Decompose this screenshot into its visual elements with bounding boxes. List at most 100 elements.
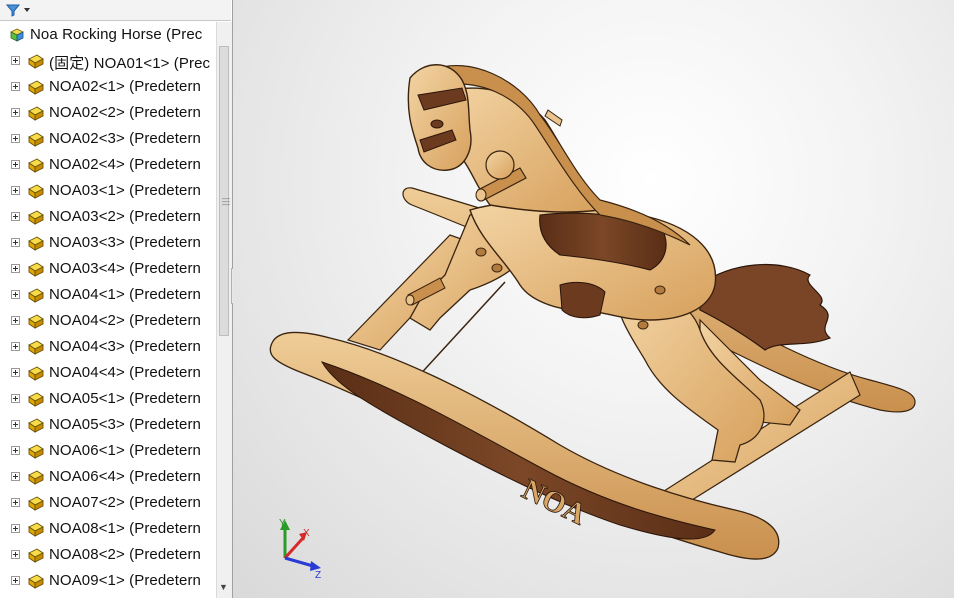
expand-icon[interactable] [11, 524, 20, 533]
funnel-icon [6, 4, 20, 17]
tree-item-label: NOA08<1> (Predetern [49, 520, 201, 537]
expand-icon[interactable] [11, 186, 20, 195]
part-icon [28, 418, 44, 433]
tree-item[interactable]: NOA02<3> (Predetern [0, 126, 216, 152]
orientation-triad: Y X Z [279, 518, 321, 580]
tree-scrollbar[interactable]: — — — ▼ [216, 22, 232, 598]
expand-icon[interactable] [11, 316, 20, 325]
triad-x-label: X [303, 528, 310, 539]
tree-item-label: NOA02<1> (Predetern [49, 78, 201, 95]
expand-icon[interactable] [11, 576, 20, 585]
scrollbar-thumb[interactable]: — — — [219, 46, 230, 336]
triad-y-label: Y [279, 518, 286, 529]
tree-item[interactable]: NOA03<2> (Predetern [0, 204, 216, 230]
part-icon [28, 132, 44, 147]
expand-icon[interactable] [11, 420, 20, 429]
part-icon [28, 236, 44, 251]
tree-item-label: NOA04<4> (Predetern [49, 364, 201, 381]
expand-icon[interactable] [11, 212, 20, 221]
tree-item[interactable]: NOA09<1> (Predetern [0, 568, 216, 594]
expand-icon[interactable] [11, 446, 20, 455]
tree-item[interactable]: NOA07<2> (Predetern [0, 490, 216, 516]
triad-z-label: Z [315, 570, 321, 580]
tree-item-label: NOA03<3> (Predetern [49, 234, 201, 251]
tree-item-label: NOA02<4> (Predetern [49, 156, 201, 173]
part-icon [28, 184, 44, 199]
expand-icon[interactable] [11, 238, 20, 247]
tree-item-label: NOA04<2> (Predetern [49, 312, 201, 329]
tree-item-label: NOA07<2> (Predetern [49, 494, 201, 511]
tree-item-label: NOA05<3> (Predetern [49, 416, 201, 433]
part-icon [28, 392, 44, 407]
rocking-horse-model[interactable]: NOA [233, 0, 954, 598]
tree-item-label: NOA03<1> (Predetern [49, 182, 201, 199]
tree-item-label: NOA03<2> (Predetern [49, 208, 201, 225]
tree-item[interactable]: NOA04<2> (Predetern [0, 308, 216, 334]
part-icon [28, 210, 44, 225]
filter-button[interactable] [6, 2, 40, 18]
expand-icon[interactable] [11, 82, 20, 91]
feature-tree-panel: Noa Rocking Horse (Prec (固定) NOA01<1> (P… [0, 0, 233, 598]
part-icon [28, 80, 44, 95]
tree-item[interactable]: NOA05<1> (Predetern [0, 386, 216, 412]
part-icon [28, 262, 44, 277]
tree-item[interactable]: NOA06<1> (Predetern [0, 438, 216, 464]
tree-item[interactable]: NOA06<4> (Predetern [0, 464, 216, 490]
expand-icon[interactable] [11, 264, 20, 273]
tree-item-label: NOA02<3> (Predetern [49, 130, 201, 147]
part-icon [28, 496, 44, 511]
part-icon [28, 522, 44, 537]
tree-item[interactable]: NOA08<1> (Predetern [0, 516, 216, 542]
part-icon [28, 158, 44, 173]
expand-icon[interactable] [11, 472, 20, 481]
tree-item[interactable]: NOA04<1> (Predetern [0, 282, 216, 308]
tree-item-label: NOA08<2> (Predetern [49, 546, 201, 563]
expand-icon[interactable] [11, 160, 20, 169]
feature-tree: Noa Rocking Horse (Prec (固定) NOA01<1> (P… [0, 22, 216, 594]
tree-item[interactable]: NOA04<3> (Predetern [0, 334, 216, 360]
tree-item-label: (固定) NOA01<1> (Prec [49, 55, 211, 72]
horse-head [407, 64, 472, 171]
tree-item[interactable]: NOA04<4> (Predetern [0, 360, 216, 386]
part-icon [28, 314, 44, 329]
tree-item-label: NOA04<1> (Predetern [49, 286, 201, 303]
tree-item-label: NOA04<3> (Predetern [49, 338, 201, 355]
tree-root-label: Noa Rocking Horse (Prec [30, 26, 203, 43]
part-icon [28, 574, 44, 589]
tree-item-label: NOA06<4> (Predetern [49, 468, 201, 485]
tree-item[interactable]: NOA02<2> (Predetern [0, 100, 216, 126]
tree-item[interactable]: NOA03<1> (Predetern [0, 178, 216, 204]
tree-item-label: NOA03<4> (Predetern [49, 260, 201, 277]
part-icon [28, 366, 44, 381]
dropdown-arrow-icon [24, 8, 30, 12]
filter-bar [0, 0, 231, 21]
expand-icon[interactable] [11, 498, 20, 507]
tree-item[interactable]: NOA03<3> (Predetern [0, 230, 216, 256]
expand-icon[interactable] [11, 290, 20, 299]
expand-icon[interactable] [11, 368, 20, 377]
saddle-flap [559, 281, 606, 319]
expand-icon[interactable] [11, 550, 20, 559]
scroll-down-icon[interactable]: ▼ [219, 582, 228, 592]
expand-icon[interactable] [11, 56, 20, 65]
tree-item-label: NOA09<1> (Predetern [49, 572, 201, 589]
expand-icon[interactable] [11, 342, 20, 351]
grip-icon: — — — [222, 194, 230, 209]
part-icon [28, 340, 44, 355]
tree-item[interactable]: NOA02<4> (Predetern [0, 152, 216, 178]
expand-icon[interactable] [11, 108, 20, 117]
part-icon [28, 470, 44, 485]
tree-item[interactable]: NOA05<3> (Predetern [0, 412, 216, 438]
tree-item[interactable]: NOA03<4> (Predetern [0, 256, 216, 282]
expand-icon[interactable] [11, 394, 20, 403]
tree-item-label: NOA05<1> (Predetern [49, 390, 201, 407]
part-icon [28, 54, 44, 69]
graphics-viewport[interactable]: NOA Y X Z [233, 0, 954, 598]
tree-root-assembly[interactable]: Noa Rocking Horse (Prec [0, 22, 216, 48]
part-icon [28, 444, 44, 459]
tree-item-label: NOA02<2> (Predetern [49, 104, 201, 121]
expand-icon[interactable] [11, 134, 20, 143]
tree-item[interactable]: (固定) NOA01<1> (Prec [0, 48, 216, 74]
tree-item[interactable]: NOA08<2> (Predetern [0, 542, 216, 568]
tree-item[interactable]: NOA02<1> (Predetern [0, 74, 216, 100]
